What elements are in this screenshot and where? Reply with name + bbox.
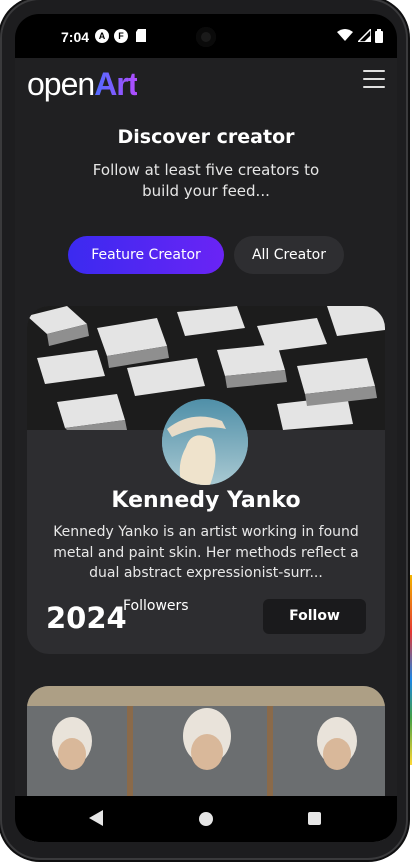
creator-bio: Kennedy Yanko is an artist working in fo… <box>53 524 359 581</box>
creator-card[interactable]: Kennedy Yanko Kennedy Yanko is an artist… <box>27 306 385 654</box>
signal-icon <box>355 27 372 43</box>
followers-count: 2024 <box>46 601 127 635</box>
page-title: Discover creator <box>117 126 295 148</box>
followers-label: Followers <box>123 598 189 614</box>
logo-text-art: Art <box>94 66 138 102</box>
page-subtitle: Follow at least five creators to build y… <box>92 161 320 200</box>
back-icon[interactable] <box>89 810 103 826</box>
status-right-icons <box>337 27 383 47</box>
front-camera <box>196 27 216 47</box>
creator-avatar[interactable] <box>162 399 248 485</box>
creator-name: Kennedy Yanko <box>111 488 301 513</box>
wifi-icon <box>337 29 354 41</box>
follow-button[interactable]: Follow <box>263 599 366 634</box>
app-header: openArt <box>15 58 397 108</box>
screen: 7:04 A F openArt Discover creator Follow… <box>15 14 397 842</box>
phone-frame: 7:04 A F openArt Discover creator Follow… <box>2 0 406 858</box>
tab-feature-creator[interactable]: Feature Creator <box>68 236 224 274</box>
f-icon: F <box>114 29 128 43</box>
status-time: 7:04 <box>61 29 90 45</box>
battery-icon <box>375 29 383 43</box>
system-nav-bar <box>15 796 397 842</box>
a-icon: A <box>95 29 109 43</box>
tab-all-creator[interactable]: All Creator <box>234 236 344 274</box>
status-bar: 7:04 A F <box>15 14 397 58</box>
openart-logo[interactable]: openArt <box>27 66 138 103</box>
sd-card-icon <box>136 29 146 42</box>
home-icon[interactable] <box>199 812 213 826</box>
recents-icon[interactable] <box>308 812 321 825</box>
logo-text-open: open <box>27 66 95 102</box>
hamburger-menu-icon[interactable] <box>363 70 385 90</box>
